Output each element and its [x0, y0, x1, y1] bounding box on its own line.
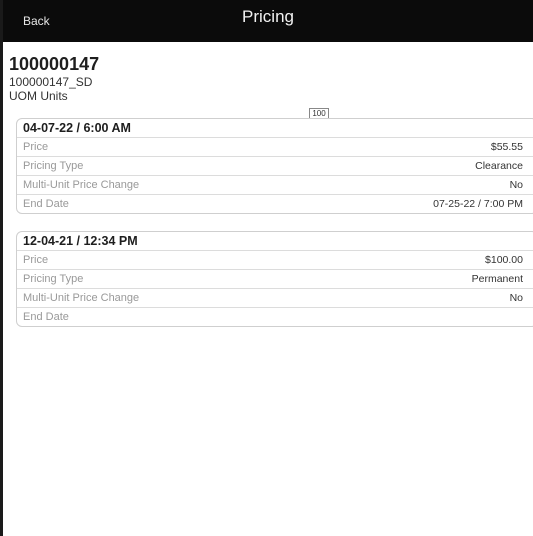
- record-row-end-date: End Date 07-25-22 / 7:00 PM: [17, 194, 533, 213]
- item-header: 100000147 100000147_SD UOM Units: [9, 54, 99, 103]
- record-row-multi-unit: Multi-Unit Price Change No: [17, 288, 533, 307]
- row-label: Price: [23, 141, 49, 153]
- page-title: Pricing: [242, 7, 294, 26]
- record-date: 12-04-21 / 12:34 PM: [23, 234, 138, 248]
- row-label: Multi-Unit Price Change: [23, 179, 140, 191]
- item-uom: UOM Units: [9, 89, 68, 103]
- row-value: No: [509, 179, 523, 191]
- record-row-multi-unit: Multi-Unit Price Change No: [17, 175, 533, 194]
- record-row-pricing-type: Pricing Type Permanent: [17, 269, 533, 288]
- record-row-end-date: End Date: [17, 307, 533, 326]
- row-value: $55.55: [490, 141, 523, 153]
- row-label: Pricing Type: [23, 273, 84, 285]
- item-sku: 100000147_SD: [9, 75, 93, 89]
- price-record-card: 12-04-21 / 12:34 PM Price $100.00 Pricin…: [16, 231, 533, 327]
- record-row-price: Price $55.55: [17, 137, 533, 156]
- price-record-card: 04-07-22 / 6:00 AM Price $55.55 Pricing …: [16, 118, 533, 214]
- item-id: 100000147: [9, 54, 100, 74]
- record-date: 04-07-22 / 6:00 AM: [23, 121, 131, 135]
- row-value: Clearance: [475, 160, 523, 172]
- row-value: No: [509, 292, 523, 304]
- row-label: End Date: [23, 311, 69, 323]
- window-left-edge: [0, 0, 3, 536]
- row-label: Price: [23, 254, 49, 266]
- record-row-pricing-type: Pricing Type Clearance: [17, 156, 533, 175]
- row-label: End Date: [23, 198, 69, 210]
- row-value: 07-25-22 / 7:00 PM: [433, 198, 523, 210]
- record-row-price: Price $100.00: [17, 250, 533, 269]
- row-value: $100.00: [485, 254, 523, 266]
- row-label: Multi-Unit Price Change: [23, 292, 140, 304]
- top-bar: Back Pricing: [3, 0, 533, 42]
- row-label: Pricing Type: [23, 160, 84, 172]
- row-value: Permanent: [471, 273, 523, 285]
